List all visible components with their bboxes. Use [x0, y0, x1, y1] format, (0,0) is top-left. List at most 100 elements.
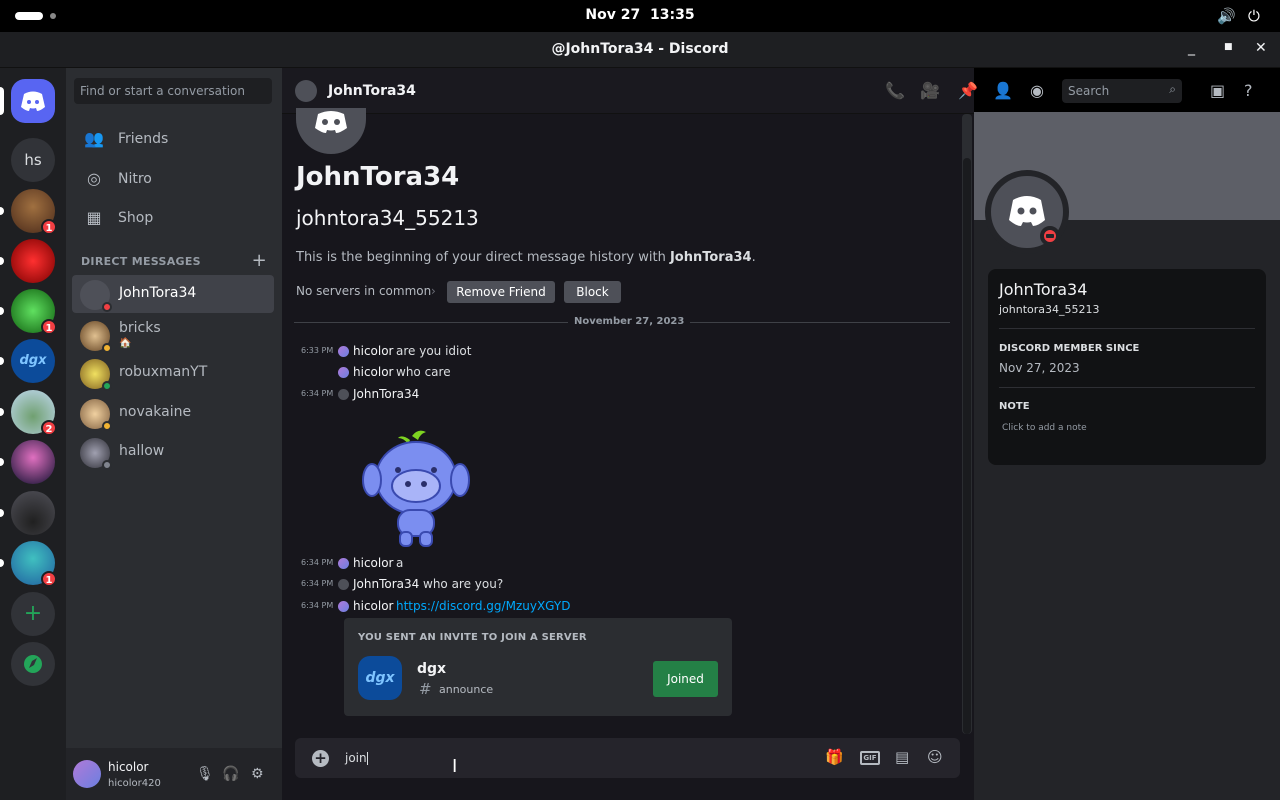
message-author[interactable]: hicolor	[353, 344, 394, 358]
profile-username: johntora34_55213	[296, 206, 479, 230]
dm-item-johntora34[interactable]: JohnTora34	[72, 275, 274, 313]
block-button[interactable]: Block	[564, 281, 621, 303]
attach-plus-icon[interactable]: +	[312, 750, 329, 767]
dm-item-novakaine[interactable]: novakaine	[72, 394, 274, 432]
help-icon[interactable]: ?	[1244, 81, 1253, 100]
dm-item-hallow[interactable]: hallow	[72, 433, 274, 471]
sticker-icon[interactable]: ▤	[895, 748, 909, 766]
member-since-label: DISCORD MEMBER SINCE	[999, 343, 1140, 354]
header-username[interactable]: JohnTora34	[328, 83, 416, 99]
online-status-icon	[102, 381, 112, 391]
mention-badge: 1	[41, 219, 57, 235]
home-button[interactable]	[0, 79, 55, 123]
maximize-button[interactable]: ■	[1224, 42, 1233, 52]
chat-header: JohnTora34 📞 🎥 📌 👤 ◉ Search ⌕ ▣ ?	[282, 68, 1253, 114]
create-dm-button[interactable]: +	[252, 250, 267, 271]
system-clock[interactable]: Nov 27 13:35	[0, 7, 1280, 23]
nitro-icon: ◎	[87, 169, 101, 188]
mention-badge: 1	[41, 319, 57, 335]
profile-card-username: johntora34_55213	[999, 303, 1100, 316]
joined-button[interactable]: Joined	[653, 661, 718, 697]
server-dark[interactable]	[0, 491, 55, 535]
chat-area: JohnTora34 📞 🎥 📌 👤 ◉ Search ⌕ ▣ ? JohnTor…	[282, 68, 1253, 800]
invite-link[interactable]: https://discord.gg/MzuyXGYD	[396, 599, 570, 613]
mutual-servers-text: No servers in common	[296, 284, 432, 298]
message-text: who are you?	[423, 577, 504, 591]
idle-status-icon	[102, 421, 112, 431]
gift-icon[interactable]: 🎁	[825, 748, 844, 766]
gif-icon[interactable]: GIF	[860, 751, 880, 765]
close-button[interactable]: ✕	[1255, 40, 1267, 56]
message-input[interactable]: join	[345, 751, 368, 765]
message-text: a	[396, 556, 404, 570]
message[interactable]: hicolor who care	[301, 365, 901, 383]
message[interactable]: 6:34 PM hicolor a	[301, 556, 901, 574]
unread-pip	[0, 207, 4, 215]
direct-messages-label: DIRECT MESSAGES	[81, 255, 201, 268]
video-call-icon[interactable]: 🎥	[920, 81, 940, 100]
add-server-button[interactable]: +	[11, 592, 55, 636]
emoji-icon[interactable]: ☺	[927, 748, 943, 766]
author-avatar	[338, 389, 349, 400]
unread-pip	[0, 458, 4, 466]
volume-icon[interactable]: 🔊	[1217, 7, 1236, 25]
pin-icon[interactable]: 📌	[958, 81, 978, 100]
nav-shop-label: Shop	[118, 210, 154, 226]
scrollbar-thumb[interactable]	[963, 158, 971, 734]
idle-status-icon	[102, 343, 112, 353]
inbox-icon[interactable]: ▣	[1210, 81, 1225, 100]
gear-icon[interactable]: ⚙	[251, 766, 264, 782]
intro-name: JohnTora34	[669, 250, 752, 265]
chat-scrollbar[interactable]	[962, 114, 972, 734]
message-author[interactable]: JohnTora34	[353, 577, 419, 591]
server-dgx-label: dgx	[19, 353, 47, 368]
server-s[interactable]: 1	[0, 541, 57, 587]
explore-servers-button[interactable]	[11, 642, 55, 686]
server-dgx[interactable]: dgx	[0, 339, 55, 383]
mention-badge: 1	[41, 571, 57, 587]
message[interactable]: 6:34 PM JohnTora34	[301, 387, 901, 405]
voice-call-icon[interactable]: 📞	[885, 81, 905, 100]
message-timestamp: 6:34 PM	[301, 558, 334, 567]
message-text: are you idiot	[396, 344, 472, 358]
user-avatar[interactable]	[73, 760, 101, 788]
conversation-search[interactable]: Find or start a conversation	[74, 78, 272, 104]
remove-friend-button[interactable]: Remove Friend	[447, 281, 555, 303]
profile-card-name: JohnTora34	[999, 280, 1088, 299]
message[interactable]: 6:33 PM hicolor are you idiot	[301, 344, 901, 362]
message-author[interactable]: hicolor	[353, 556, 394, 570]
server-green[interactable]: 1	[0, 289, 57, 335]
server-anime[interactable]	[0, 440, 55, 484]
wumpus-sticker[interactable]	[360, 428, 472, 550]
user-profile-panel: JohnTora34 johntora34_55213 DISCORD MEMB…	[974, 112, 1280, 800]
chat-search-input[interactable]: Search ⌕	[1062, 79, 1182, 103]
unread-pip	[0, 357, 4, 365]
note-input[interactable]: Click to add a note	[1002, 423, 1087, 433]
server-rose[interactable]	[0, 239, 55, 283]
dm-item-bricks[interactable]: bricks 🏠	[72, 316, 274, 356]
server-circus[interactable]: 1	[0, 189, 57, 235]
add-friends-to-dm-icon[interactable]: 👤	[993, 81, 1013, 100]
date-divider-label: November 27, 2023	[568, 316, 691, 327]
message-author[interactable]: JohnTora34	[353, 387, 419, 401]
headphones-icon[interactable]: 🎧	[222, 766, 239, 782]
message[interactable]: 6:34 PM hicolor https://discord.gg/MzuyX…	[301, 599, 901, 617]
minimize-button[interactable]: _	[1188, 40, 1195, 56]
server-landscape[interactable]: 2	[0, 390, 57, 436]
note-label: NOTE	[999, 401, 1030, 412]
message-author[interactable]: hicolor	[353, 599, 394, 613]
nav-nitro[interactable]: ◎ Nitro	[74, 159, 274, 199]
nav-friends[interactable]: 👥 Friends	[74, 119, 274, 159]
nav-shop[interactable]: ▦ Shop	[74, 198, 274, 238]
server-hs[interactable]: hs	[11, 138, 55, 182]
power-icon[interactable]: ⏻	[1248, 7, 1260, 25]
message-composer[interactable]: + join 🎁 GIF ▤ ☺	[295, 738, 960, 778]
dm-item-robuxmanyt[interactable]: robuxmanYT	[72, 354, 274, 392]
message-text: who care	[396, 365, 451, 379]
message-author[interactable]: hicolor	[353, 365, 394, 379]
message[interactable]: 6:34 PM JohnTora34 who are you?	[301, 577, 901, 595]
user-tag: hicolor420	[108, 778, 161, 789]
microphone-icon[interactable]: 🎙	[196, 766, 214, 782]
user-profile-toggle-icon[interactable]: ◉	[1030, 81, 1044, 100]
divider	[999, 328, 1255, 329]
